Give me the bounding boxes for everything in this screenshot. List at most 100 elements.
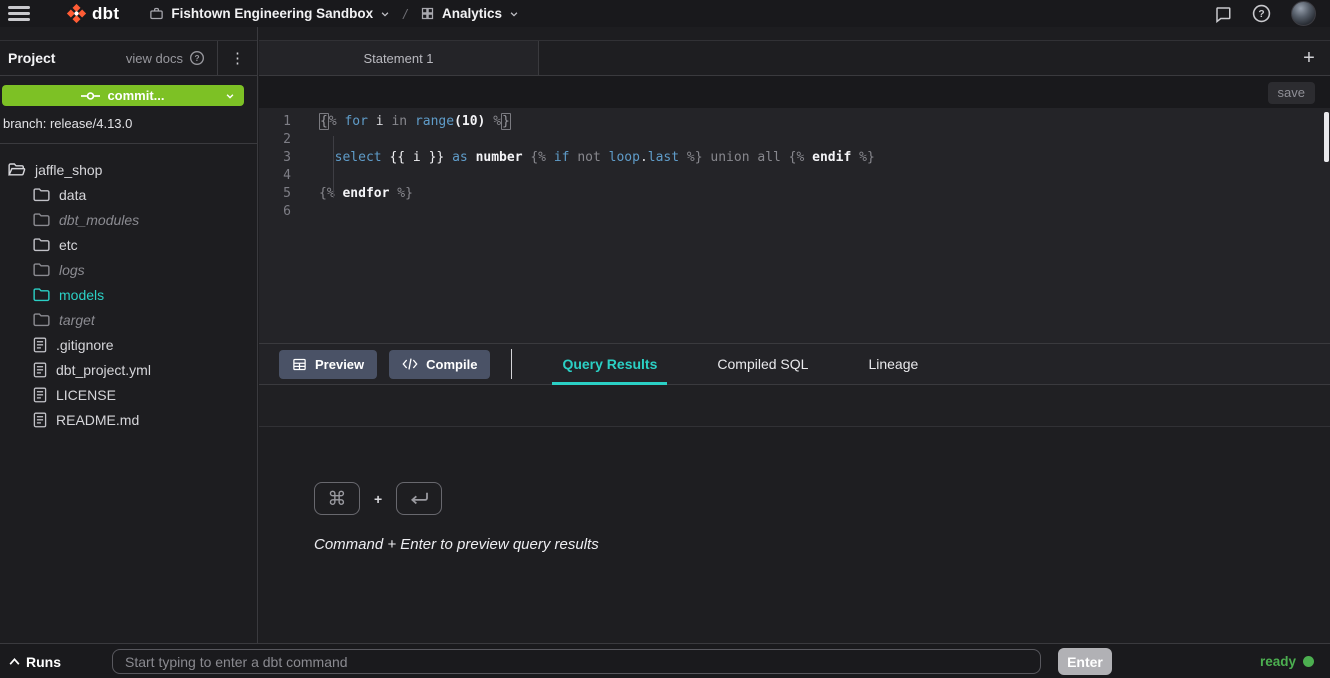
results-subheader bbox=[259, 385, 1330, 427]
view-docs-link[interactable]: view docs ? bbox=[126, 50, 217, 66]
file-icon bbox=[33, 387, 47, 403]
file-icon bbox=[33, 412, 47, 428]
shortcut-hint: ⌘ + Command + Enter to preview query res… bbox=[314, 482, 1330, 553]
code-line-3: 3 select {{ i }} as number {% if not loo… bbox=[259, 149, 1330, 167]
tree-item-jaffle-shop[interactable]: jaffle_shop bbox=[0, 157, 257, 182]
kebab-icon: ⋮ bbox=[230, 49, 245, 67]
breadcrumb-separator: / bbox=[403, 6, 407, 22]
editor-scrollbar[interactable] bbox=[1324, 112, 1329, 162]
preview-button[interactable]: Preview bbox=[279, 350, 377, 379]
folder-icon bbox=[33, 187, 50, 202]
sidebar-header: Project view docs ? ⋮ bbox=[0, 40, 257, 76]
tree-item-label: target bbox=[59, 312, 95, 328]
code-line-4: 4 bbox=[259, 167, 1330, 185]
chevron-down-icon bbox=[225, 91, 235, 101]
account-switcher[interactable]: Fishtown Engineering Sandbox bbox=[149, 6, 390, 21]
help-icon: ? bbox=[1252, 4, 1271, 23]
line-number: 6 bbox=[259, 203, 304, 221]
tree-item-gitignore[interactable]: .gitignore bbox=[0, 332, 257, 357]
help-button[interactable]: ? bbox=[1252, 4, 1271, 23]
tree-item-target[interactable]: target bbox=[0, 307, 257, 332]
code-icon bbox=[402, 357, 418, 371]
sidebar-menu-button[interactable]: ⋮ bbox=[217, 41, 257, 75]
ready-status: ready bbox=[1260, 644, 1314, 678]
tree-item-dbt-modules[interactable]: dbt_modules bbox=[0, 207, 257, 232]
tree-item-models[interactable]: models bbox=[0, 282, 257, 307]
grid-icon bbox=[420, 6, 435, 21]
tree-item-label: data bbox=[59, 187, 86, 203]
dbt-logo-icon bbox=[66, 3, 87, 24]
top-bar: dbt Fishtown Engineering Sandbox / Analy… bbox=[0, 0, 1330, 27]
file-icon bbox=[33, 337, 47, 353]
svg-text:?: ? bbox=[194, 53, 199, 63]
line-number: 1 bbox=[259, 113, 304, 131]
chevron-down-icon bbox=[380, 9, 390, 19]
tab-statement-1[interactable]: Statement 1 bbox=[259, 41, 539, 75]
dbt-command-input[interactable] bbox=[112, 649, 1041, 674]
tree-item-license[interactable]: LICENSE bbox=[0, 382, 257, 407]
svg-text:?: ? bbox=[1258, 9, 1264, 20]
commit-row: commit... bbox=[0, 76, 257, 106]
tree-item-label: .gitignore bbox=[56, 337, 114, 353]
results-tabs: Query Results Compiled SQL Lineage bbox=[554, 344, 926, 384]
save-button[interactable]: save bbox=[1268, 82, 1315, 104]
results-body: ⌘ + Command + Enter to preview query res… bbox=[259, 427, 1330, 643]
toolbar-separator bbox=[511, 349, 512, 379]
editor-toolbar: save bbox=[259, 76, 1330, 108]
runs-toggle[interactable]: Runs bbox=[8, 644, 61, 678]
dbt-logo: dbt bbox=[66, 3, 119, 24]
tree-item-label: logs bbox=[59, 262, 85, 278]
hamburger-menu-icon[interactable] bbox=[8, 6, 30, 21]
runs-label: Runs bbox=[26, 654, 61, 670]
code-line-2: 2 bbox=[259, 131, 1330, 149]
tree-item-dbt-project-yml[interactable]: dbt_project.yml bbox=[0, 357, 257, 382]
folder-icon bbox=[33, 212, 50, 227]
commit-button[interactable]: commit... bbox=[2, 85, 244, 106]
tree-item-data[interactable]: data bbox=[0, 182, 257, 207]
tree-item-label: LICENSE bbox=[56, 387, 116, 403]
hint-text: Command + Enter to preview query results bbox=[314, 536, 1330, 553]
code-lines: 1{% for i in range(10) %}23 select {{ i … bbox=[259, 113, 1330, 221]
tree-item-label: etc bbox=[59, 237, 78, 253]
tree-item-logs[interactable]: logs bbox=[0, 257, 257, 282]
bottom-bar: Runs Enter ready bbox=[0, 643, 1330, 678]
command-key: ⌘ bbox=[314, 482, 360, 515]
tree-item-label: README.md bbox=[56, 412, 139, 428]
code-editor[interactable]: 1{% for i in range(10) %}23 select {{ i … bbox=[259, 108, 1330, 343]
results-header: Preview Compile Query Results Compiled SQ… bbox=[259, 343, 1330, 385]
dbt-logo-text: dbt bbox=[92, 4, 119, 24]
project-name: Analytics bbox=[442, 6, 502, 21]
new-statement-button[interactable]: + bbox=[1297, 46, 1321, 70]
code-line-1: 1{% for i in range(10) %} bbox=[259, 113, 1330, 131]
account-name: Fishtown Engineering Sandbox bbox=[171, 6, 373, 21]
tab-lineage[interactable]: Lineage bbox=[860, 344, 926, 384]
code-line-6: 6 bbox=[259, 203, 1330, 221]
tab-compiled-sql[interactable]: Compiled SQL bbox=[709, 344, 816, 384]
briefcase-icon bbox=[149, 6, 164, 21]
file-tree: jaffle_shopdata dbt_modulesetc logs models t… bbox=[0, 144, 257, 432]
tree-item-etc[interactable]: etc bbox=[0, 232, 257, 257]
dbt-cloud-ide: dbt Fishtown Engineering Sandbox / Analy… bbox=[0, 0, 1330, 678]
line-number: 4 bbox=[259, 167, 304, 185]
chat-button[interactable] bbox=[1214, 5, 1232, 23]
chevron-up-icon bbox=[8, 656, 21, 667]
enter-key bbox=[396, 482, 442, 515]
status-text: ready bbox=[1260, 654, 1296, 669]
project-switcher[interactable]: Analytics bbox=[420, 6, 519, 21]
tree-item-readme-md[interactable]: README.md bbox=[0, 407, 257, 432]
top-bar-right: ? bbox=[1214, 1, 1330, 26]
avatar[interactable] bbox=[1291, 1, 1316, 26]
line-number: 3 bbox=[259, 149, 304, 167]
sidebar-title: Project bbox=[0, 50, 55, 66]
tree-item-label: jaffle_shop bbox=[35, 162, 102, 178]
line-number: 2 bbox=[259, 131, 304, 149]
chat-bubble-icon bbox=[1214, 5, 1232, 23]
branch-label: branch: release/4.13.0 bbox=[0, 106, 257, 144]
folder-icon bbox=[33, 237, 50, 252]
line-number: 5 bbox=[259, 185, 304, 203]
tab-query-results[interactable]: Query Results bbox=[554, 344, 665, 384]
compile-button[interactable]: Compile bbox=[389, 350, 490, 379]
enter-button[interactable]: Enter bbox=[1058, 648, 1112, 675]
indent-guide bbox=[333, 136, 334, 198]
sidebar: Project view docs ? ⋮ commit... branch bbox=[0, 27, 258, 643]
